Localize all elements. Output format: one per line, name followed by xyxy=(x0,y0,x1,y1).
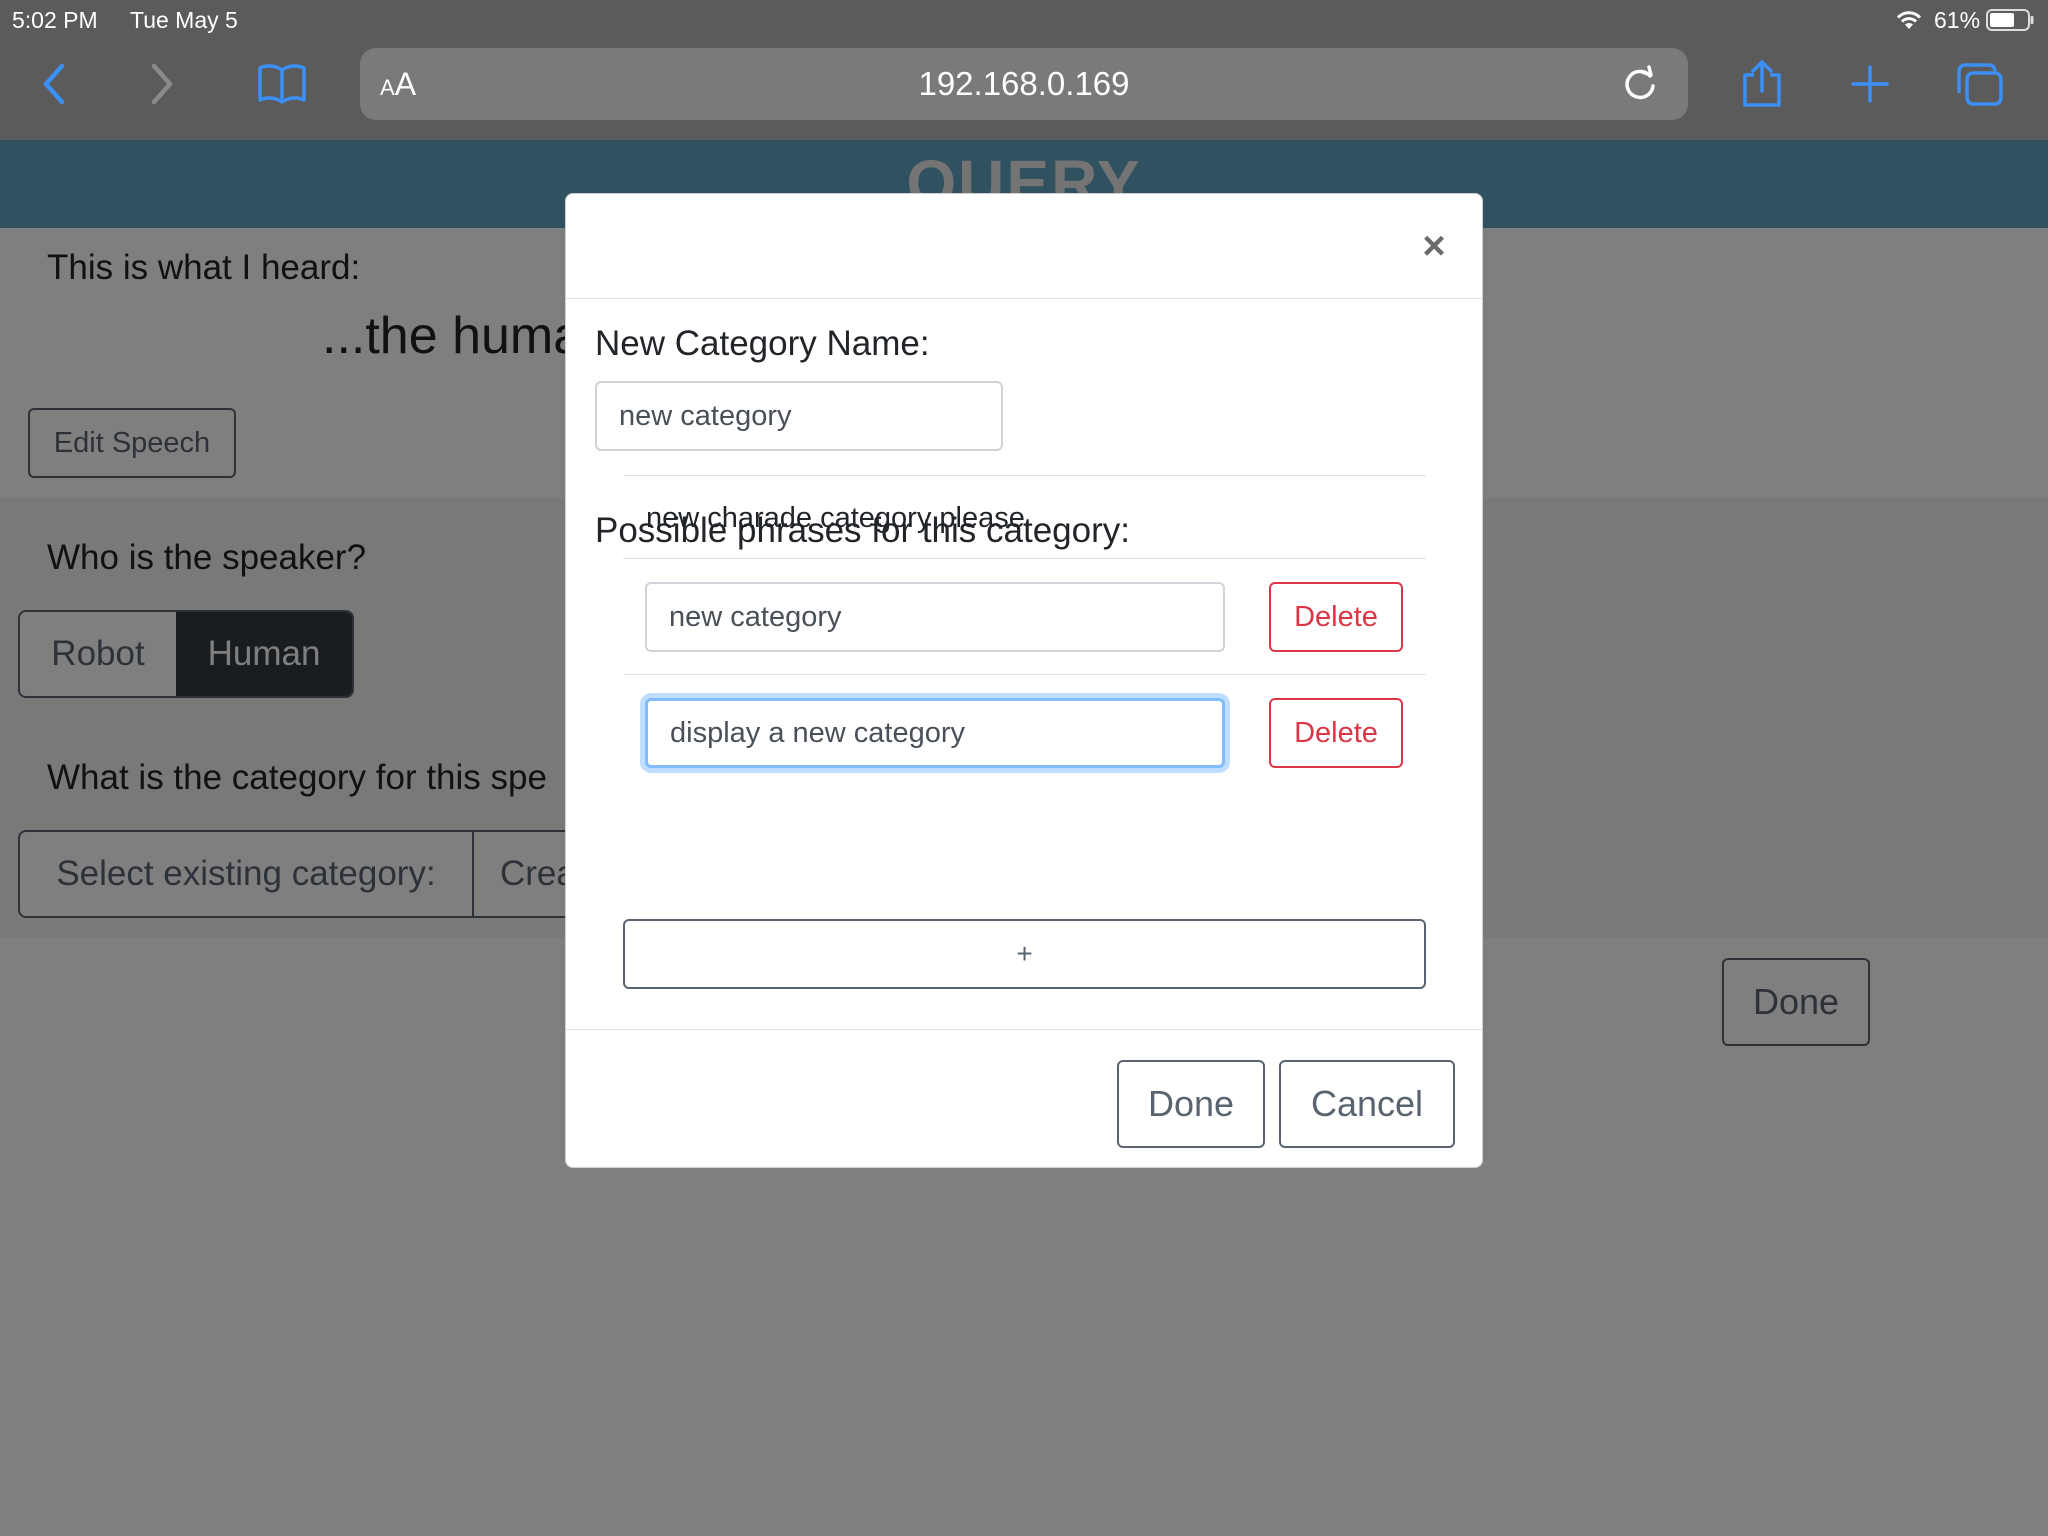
battery-percentage: 61% xyxy=(1934,7,1981,33)
category-name-input[interactable]: new category xyxy=(595,381,1003,451)
tabs-icon xyxy=(1957,63,2003,106)
status-date: Tue May 5 xyxy=(130,7,238,33)
address-bar[interactable]: AA 192.168.0.169 xyxy=(360,48,1688,120)
phrase-divider xyxy=(623,674,1426,675)
chevron-left-icon xyxy=(43,63,65,105)
phrase-divider xyxy=(623,475,1426,476)
phrase-static-text: new charade category please xyxy=(646,502,1025,534)
status-bar: 5:02 PM Tue May 5 61% xyxy=(0,0,2048,40)
chevron-right-icon xyxy=(151,63,173,105)
phrase-input[interactable]: new category xyxy=(645,582,1225,652)
reload-icon[interactable] xyxy=(1620,64,1660,104)
delete-phrase-button[interactable]: Delete xyxy=(1269,582,1403,652)
share-icon xyxy=(1743,60,1781,107)
new-category-modal: × New Category Name: new category Possib… xyxy=(565,193,1483,1168)
modal-header: × xyxy=(566,194,1482,299)
phrase-divider xyxy=(623,558,1426,559)
back-button[interactable] xyxy=(26,56,82,112)
status-time: 5:02 PM xyxy=(12,7,98,33)
modal-done-button[interactable]: Done xyxy=(1117,1060,1265,1148)
battery-icon xyxy=(1986,9,2034,31)
browser-chrome: 5:02 PM Tue May 5 61% AA 192.168.0.169 xyxy=(0,0,2048,140)
category-name-label: New Category Name: xyxy=(595,324,930,363)
wifi-icon xyxy=(1896,11,1922,29)
forward-button[interactable] xyxy=(134,56,190,112)
tabs-button[interactable] xyxy=(1952,56,2008,112)
phrase-input-focused[interactable]: display a new category xyxy=(645,698,1225,768)
bookmarks-button[interactable] xyxy=(254,56,310,112)
delete-phrase-button[interactable]: Delete xyxy=(1269,698,1403,768)
modal-footer: Done Cancel xyxy=(566,1029,1482,1169)
plus-icon xyxy=(1851,65,1889,103)
close-icon[interactable]: × xyxy=(1414,226,1454,266)
new-tab-button[interactable] xyxy=(1842,56,1898,112)
book-icon xyxy=(258,64,306,104)
add-phrase-button[interactable]: + xyxy=(623,919,1426,989)
url-text[interactable]: 192.168.0.169 xyxy=(360,65,1688,103)
modal-cancel-button[interactable]: Cancel xyxy=(1279,1060,1455,1148)
share-button[interactable] xyxy=(1734,56,1790,112)
